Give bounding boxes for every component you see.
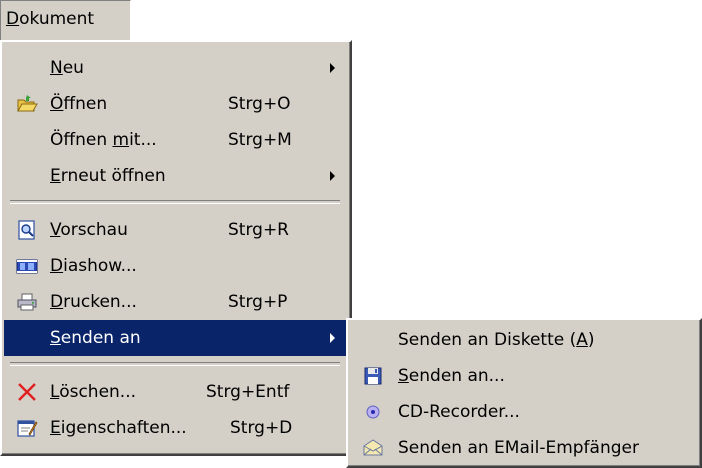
senden-an-submenu: Senden an Diskette (A) Senden an... CD-R… bbox=[346, 318, 702, 468]
submenu-item-senden-an[interactable]: Senden an... bbox=[350, 358, 697, 394]
open-folder-icon bbox=[16, 94, 38, 114]
menu-separator bbox=[10, 362, 340, 366]
menu-item-erneut-oeffnen-label: Erneut öffnen bbox=[50, 166, 166, 186]
shortcut-oeffnen: Strg+O bbox=[228, 94, 291, 114]
cd-icon bbox=[362, 402, 384, 422]
submenu-item-cd-recorder[interactable]: CD-Recorder... bbox=[350, 394, 697, 430]
submenu-item-diskette[interactable]: Senden an Diskette (A) bbox=[350, 322, 697, 358]
menu-item-neu-label: Neu bbox=[50, 58, 84, 78]
menu-item-oeffnen-mit-label: Öffnen mit... bbox=[50, 130, 157, 150]
menubar-dokument-label: Dokument bbox=[6, 9, 95, 29]
floppy-disk-icon bbox=[362, 366, 384, 386]
menu-item-diashow[interactable]: Diashow... bbox=[4, 248, 347, 284]
shortcut-drucken: Strg+P bbox=[228, 292, 288, 312]
submenu-item-email[interactable]: Senden an EMail-Empfänger bbox=[350, 430, 697, 466]
properties-icon bbox=[16, 418, 38, 438]
menu-item-eigenschaften[interactable]: Eigenschaften... Strg+D bbox=[4, 410, 347, 446]
delete-x-icon bbox=[16, 382, 38, 402]
menu-item-senden-an-label: Senden an bbox=[50, 328, 141, 348]
submenu-arrow-icon bbox=[330, 171, 335, 181]
slideshow-icon bbox=[16, 256, 38, 276]
menu-separator bbox=[10, 200, 340, 204]
shortcut-loeschen: Strg+Entf bbox=[206, 382, 290, 402]
submenu-item-email-label: Senden an EMail-Empfänger bbox=[398, 438, 639, 458]
menu-item-drucken[interactable]: Drucken... Strg+P bbox=[4, 284, 347, 320]
menu-item-erneut-oeffnen[interactable]: Erneut öffnen bbox=[4, 158, 347, 194]
submenu-item-senden-an-label: Senden an... bbox=[398, 366, 505, 386]
menu-item-oeffnen-label: Öffnen bbox=[50, 94, 108, 114]
submenu-arrow-icon bbox=[330, 333, 335, 343]
submenu-item-cd-recorder-label: CD-Recorder... bbox=[398, 402, 520, 422]
menu-item-vorschau-label: Vorschau bbox=[50, 220, 128, 240]
shortcut-vorschau: Strg+R bbox=[228, 220, 289, 240]
shortcut-eigenschaften: Strg+D bbox=[230, 418, 293, 438]
menu-item-eigenschaften-label: Eigenschaften... bbox=[50, 418, 187, 438]
shortcut-oeffnen-mit: Strg+M bbox=[228, 130, 292, 150]
submenu-item-diskette-label: Senden an Diskette (A) bbox=[398, 330, 595, 350]
menu-item-neu[interactable]: Neu bbox=[4, 50, 347, 86]
menu-item-drucken-label: Drucken... bbox=[50, 292, 137, 312]
email-envelope-icon bbox=[362, 438, 384, 458]
menu-item-diashow-label: Diashow... bbox=[50, 256, 137, 276]
preview-icon bbox=[16, 220, 38, 240]
submenu-arrow-icon bbox=[330, 63, 335, 73]
dokument-menu: Neu Öffnen Strg+O Öffnen mit... Strg+M E… bbox=[0, 40, 352, 456]
menu-item-senden-an[interactable]: Senden an bbox=[4, 320, 347, 356]
menu-item-vorschau[interactable]: Vorschau Strg+R bbox=[4, 212, 347, 248]
menu-item-loeschen[interactable]: Löschen... Strg+Entf bbox=[4, 374, 347, 410]
printer-icon bbox=[16, 292, 38, 312]
menubar-dokument[interactable]: Dokument bbox=[0, 0, 131, 41]
menu-item-loeschen-label: Löschen... bbox=[50, 382, 137, 402]
menu-item-oeffnen-mit[interactable]: Öffnen mit... Strg+M bbox=[4, 122, 347, 158]
menu-item-oeffnen[interactable]: Öffnen Strg+O bbox=[4, 86, 347, 122]
